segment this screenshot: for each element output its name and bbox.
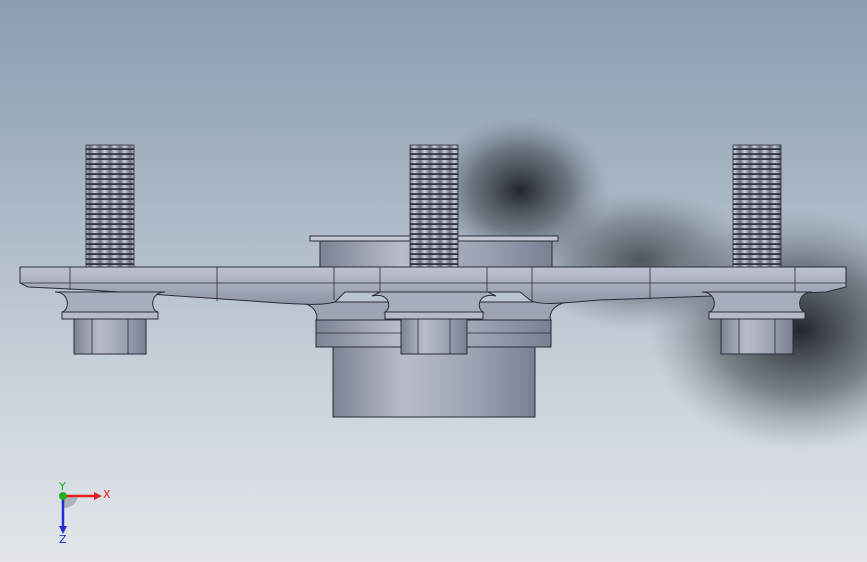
coordinate-triad: X Y Z bbox=[58, 482, 111, 544]
graphics-viewport[interactable]: X Y Z bbox=[0, 0, 867, 562]
z-axis-label: Z bbox=[59, 533, 67, 544]
y-axis-dot-icon bbox=[59, 492, 67, 500]
bolt-left[interactable] bbox=[54, 144, 166, 355]
model-view[interactable] bbox=[0, 0, 867, 562]
x-axis-arrowhead-icon bbox=[94, 492, 102, 500]
y-axis-label: Y bbox=[58, 482, 66, 493]
x-axis-label: X bbox=[103, 488, 111, 501]
